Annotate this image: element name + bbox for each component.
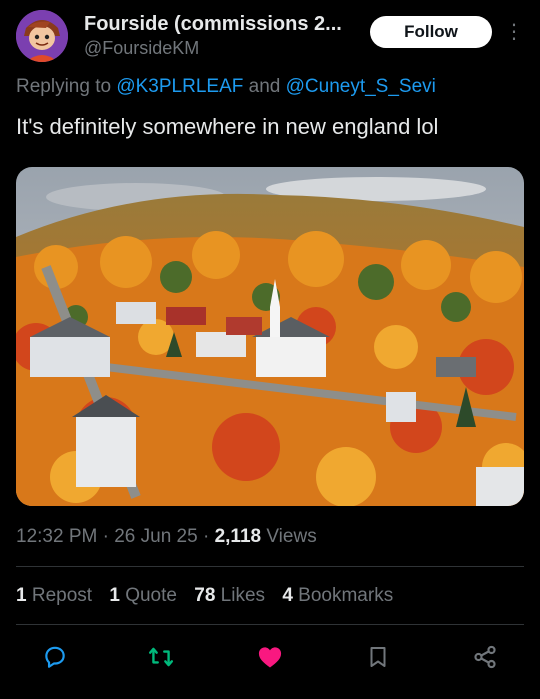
meta-separator: ·	[97, 526, 115, 547]
replying-to-prefix: Replying to	[16, 76, 117, 97]
bookmark-button[interactable]	[361, 640, 395, 674]
replying-to-joiner: and	[243, 76, 286, 97]
likes-count: 78	[194, 585, 216, 606]
post-date[interactable]: 26 Jun 25	[114, 526, 197, 547]
views-count: 2,118	[214, 526, 262, 547]
views-label: Views	[261, 526, 317, 547]
action-bar	[16, 640, 524, 674]
likes-label: Likes	[215, 585, 266, 606]
divider	[16, 566, 524, 567]
post-photo[interactable]	[16, 167, 524, 506]
meta-separator: ·	[197, 526, 215, 547]
bookmarks-stat[interactable]: 4 Bookmarks	[282, 585, 393, 606]
follow-button[interactable]: Follow	[370, 16, 492, 48]
avatar[interactable]	[16, 10, 68, 62]
post-header: Fourside (commissions 2... @FoursideKM F…	[16, 10, 526, 66]
quotes-label: Quote	[119, 585, 177, 606]
repost-button[interactable]	[144, 640, 178, 674]
bookmarks-count: 4	[282, 585, 293, 606]
quotes-stat[interactable]: 1 Quote	[109, 585, 177, 606]
bookmarks-label: Bookmarks	[292, 585, 394, 606]
reposts-count: 1	[16, 585, 27, 606]
post-time[interactable]: 12:32 PM	[16, 526, 97, 547]
like-button[interactable]	[253, 640, 287, 674]
share-icon	[474, 645, 496, 669]
mention-link[interactable]: @K3PLRLEAF	[116, 76, 243, 97]
display-name[interactable]: Fourside (commissions 2...	[84, 12, 364, 36]
quotes-count: 1	[109, 585, 120, 606]
reposts-label: Repost	[26, 585, 93, 606]
reposts-stat[interactable]: 1 Repost	[16, 585, 92, 606]
more-options-icon[interactable]: ⋮	[502, 18, 526, 46]
post-stats: 1 Repost 1 Quote 78 Likes 4 Bookmarks	[16, 585, 405, 607]
autumn-village-aerial-photo	[16, 167, 524, 506]
post-text: It's definitely somewhere in new england…	[16, 114, 439, 139]
share-button[interactable]	[468, 640, 502, 674]
mention-link[interactable]: @Cuneyt_S_Sevi	[286, 76, 436, 97]
reply-icon	[45, 646, 65, 668]
divider	[16, 624, 524, 625]
like-icon	[258, 647, 282, 668]
repost-icon	[148, 647, 174, 667]
bookmark-icon	[370, 647, 386, 667]
post-meta: 12:32 PM · 26 Jun 25 · 2,118 Views	[16, 526, 317, 548]
user-handle[interactable]: @FoursideKM	[84, 36, 364, 60]
reply-button[interactable]	[38, 640, 72, 674]
replying-to: Replying to @K3PLRLEAF and @Cuneyt_S_Sev…	[16, 76, 436, 98]
likes-stat[interactable]: 78 Likes	[194, 585, 265, 606]
